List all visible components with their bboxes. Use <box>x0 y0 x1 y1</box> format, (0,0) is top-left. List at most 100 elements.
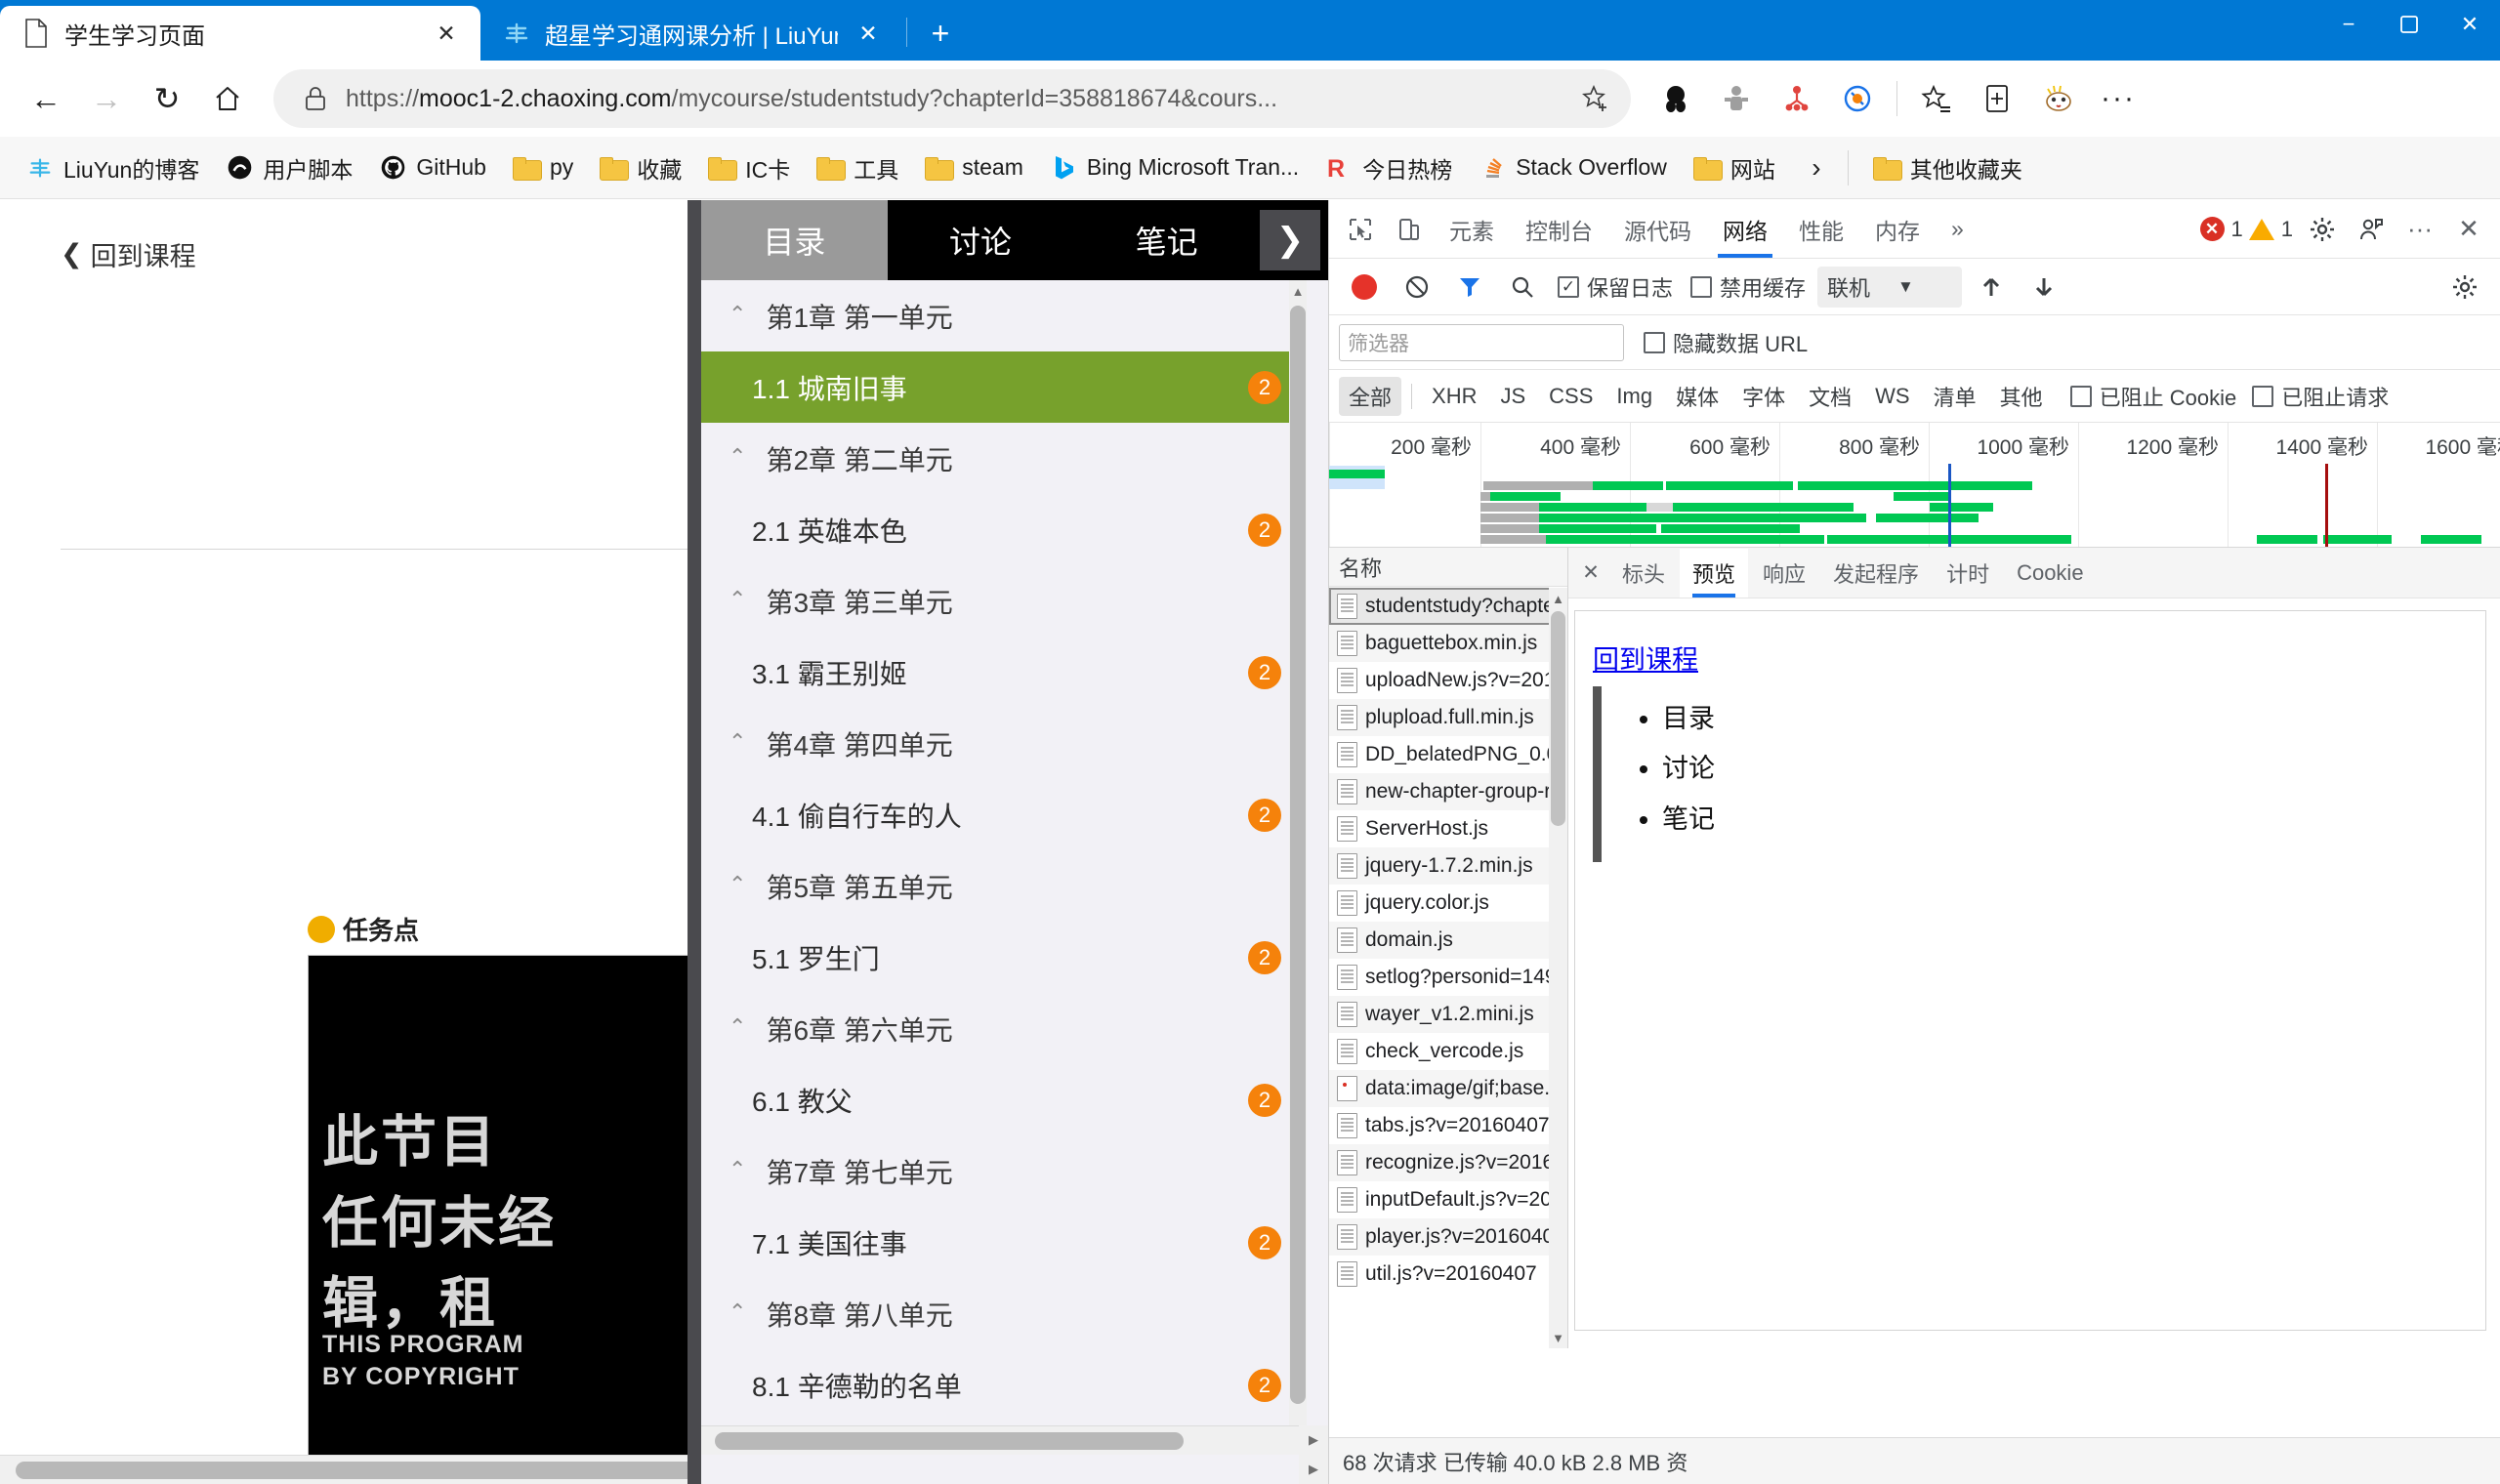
table-row[interactable]: new-chapter-group-right.js?v= <box>1329 773 1567 810</box>
warning-count[interactable]: 1 <box>2248 217 2293 242</box>
scroll-right-icon[interactable]: ▶ <box>1309 1432 1318 1448</box>
table-row[interactable]: player.js?v=20160407 <box>1329 1218 1567 1256</box>
tab-notes[interactable]: 笔记 <box>1073 200 1260 280</box>
tab-elements[interactable]: 元素 <box>1435 201 1509 258</box>
type-filter-manifest[interactable]: 清单 <box>1924 377 1986 416</box>
table-row[interactable]: data:image/gif;base... <box>1329 1070 1567 1107</box>
bookmark-folder[interactable]: steam <box>912 147 1035 188</box>
bookmark-folder[interactable]: 工具 <box>804 145 910 190</box>
scroll-corner[interactable]: ▶ ▶ <box>1299 1425 1328 1484</box>
settings-more-icon[interactable]: ··· <box>2091 71 2146 126</box>
type-filter-ws[interactable]: WS <box>1865 380 1919 413</box>
chapter-header[interactable]: ⌃ 第1章 第一单元 <box>701 280 1307 351</box>
tab-console[interactable]: 控制台 <box>1511 201 1607 258</box>
copilot-icon[interactable] <box>2030 71 2085 126</box>
tab-cookies[interactable]: Cookie <box>2004 549 2096 598</box>
scrollbar-thumb[interactable] <box>1290 306 1306 1404</box>
table-row[interactable]: studentstudy?chapterId=3588... <box>1329 588 1567 625</box>
import-har-icon[interactable] <box>1968 264 2015 310</box>
filter-input[interactable]: 筛选器 <box>1339 323 1624 361</box>
chapter-list-scrollbar[interactable]: ▲ ▼ <box>1289 280 1307 1440</box>
close-icon[interactable]: ✕ <box>2445 206 2492 253</box>
table-row[interactable]: uploadNew.js?v=2019-1213-1... <box>1329 662 1567 699</box>
browser-tab-active[interactable]: 学生学习页面 ✕ <box>0 6 480 61</box>
blocked-cookies-checkbox[interactable]: 已阻止 Cookie <box>2064 381 2243 412</box>
video-player[interactable]: 此节目 任何未经 辑，租 THIS PROGRAM BY COPYRIGHT <box>308 955 703 1484</box>
type-filter-css[interactable]: CSS <box>1539 380 1603 413</box>
tab-initiator[interactable]: 发起程序 <box>1820 549 1932 598</box>
type-filter-xhr[interactable]: XHR <box>1422 380 1486 413</box>
type-filter-font[interactable]: 字体 <box>1732 377 1795 416</box>
chapter-list[interactable]: ⌃ 第1章 第一单元 1.1 城南旧事 2 ⌃ 第2章 第二单元 2.1 英雄本色 2 … <box>701 280 1307 1440</box>
throttle-select[interactable]: 联机 ▼ <box>1817 266 1963 308</box>
bookmark-folder[interactable]: IC卡 <box>695 145 802 190</box>
type-filter-media[interactable]: 媒体 <box>1666 377 1729 416</box>
more-tabs-icon[interactable]: » <box>1937 201 1979 258</box>
table-row[interactable]: wayer_v1.2.mini.js <box>1329 996 1567 1033</box>
search-icon[interactable] <box>1499 264 1546 310</box>
chapter-header[interactable]: ⌃ 第8章 第八单元 <box>701 1278 1307 1349</box>
tab-sources[interactable]: 源代码 <box>1609 201 1706 258</box>
close-button[interactable]: ✕ <box>2439 0 2500 49</box>
browser-tab-inactive[interactable]: 超星学习通网课分析 | LiuYun的博 ✕ <box>480 6 902 61</box>
blocked-requests-checkbox[interactable]: 已阻止请求 <box>2246 381 2395 412</box>
type-filter-all[interactable]: 全部 <box>1339 376 1402 416</box>
chevron-right-icon[interactable]: ❯ <box>1260 210 1321 270</box>
chapter-section[interactable]: 7.1 美国往事 2 <box>701 1207 1307 1278</box>
reload-button[interactable]: ↻ <box>139 70 195 127</box>
tab-memory[interactable]: 内存 <box>1860 201 1935 258</box>
bookmark-item[interactable]: 用户脚本 <box>213 145 364 190</box>
chapter-section[interactable]: 6.1 教父 2 <box>701 1064 1307 1135</box>
request-column-header[interactable]: 名称 <box>1329 548 1567 587</box>
gear-icon[interactable] <box>2299 206 2346 253</box>
table-row[interactable]: recognize.js?v=20160407 <box>1329 1144 1567 1181</box>
table-row[interactable]: setlog?personid=149176464& <box>1329 959 1567 996</box>
table-row[interactable]: util.js?v=20160407 <box>1329 1256 1567 1293</box>
filter-funnel-icon[interactable] <box>1446 264 1493 310</box>
new-tab-button[interactable]: + <box>917 10 964 57</box>
table-row[interactable]: baguettebox.min.js <box>1329 625 1567 662</box>
chapter-list-hscrollbar[interactable] <box>701 1425 1328 1455</box>
preserve-log-checkbox[interactable]: ✓ 保留日志 <box>1552 271 1679 303</box>
chapter-section[interactable]: 8.1 辛德勒的名单 2 <box>701 1349 1307 1421</box>
bookmark-item[interactable]: R 今日热榜 <box>1312 145 1464 190</box>
disable-cache-checkbox[interactable]: 禁用缓存 <box>1685 271 1812 303</box>
hide-data-urls-checkbox[interactable]: 隐藏数据 URL <box>1638 327 1813 358</box>
network-overview-timeline[interactable]: 200 毫秒 400 毫秒 600 毫秒 800 毫秒 1000 毫秒 1200… <box>1329 423 2500 548</box>
tampermonkey-icon[interactable] <box>1709 71 1764 126</box>
table-row[interactable]: jquery.color.js <box>1329 885 1567 922</box>
bookmark-item[interactable]: Bing Microsoft Tran... <box>1037 147 1311 188</box>
tab-discussion[interactable]: 讨论 <box>888 200 1074 280</box>
table-row[interactable]: inputDefault.js?v=20160407 <box>1329 1181 1567 1218</box>
collections-star-icon[interactable] <box>1909 71 1964 126</box>
scroll-right-icon-2[interactable]: ▶ <box>1309 1462 1318 1477</box>
tab-timing[interactable]: 计时 <box>1934 549 2002 598</box>
bookmark-item[interactable]: LiuYun的博客 <box>14 145 211 190</box>
chapter-section[interactable]: 3.1 霸王别姬 2 <box>701 637 1307 708</box>
other-bookmarks-folder[interactable]: 其他收藏夹 <box>1860 145 2034 190</box>
error-count[interactable]: ✕ 1 <box>2199 217 2243 242</box>
record-icon[interactable] <box>1341 264 1388 310</box>
table-row[interactable]: DD_belatedPNG_0.0.8a-min.js <box>1329 736 1567 773</box>
more-vertical-icon[interactable]: ··· <box>2396 206 2443 253</box>
scroll-down-icon[interactable]: ▼ <box>1549 1327 1567 1348</box>
table-row[interactable]: tabs.js?v=20160407 <box>1329 1107 1567 1144</box>
table-row[interactable]: ServerHost.js <box>1329 810 1567 847</box>
scrollbar-thumb[interactable] <box>16 1462 699 1479</box>
chapter-section[interactable]: 5.1 罗生门 2 <box>701 922 1307 993</box>
scriptcat-icon[interactable] <box>1770 71 1824 126</box>
tab-preview[interactable]: 预览 <box>1680 548 1749 598</box>
close-icon[interactable]: ✕ <box>852 17 885 50</box>
chapter-header[interactable]: ⌃ 第3章 第三单元 <box>701 565 1307 637</box>
bookmark-folder[interactable]: 收藏 <box>587 145 693 190</box>
chapter-header[interactable]: ⌃ 第6章 第六单元 <box>701 993 1307 1064</box>
table-row[interactable]: jquery-1.7.2.min.js <box>1329 847 1567 885</box>
chapter-header[interactable]: ⌃ 第4章 第四单元 <box>701 708 1307 779</box>
chapter-header[interactable]: ⌃ 第7章 第七单元 <box>701 1135 1307 1207</box>
home-button[interactable] <box>199 70 256 127</box>
tab-performance[interactable]: 性能 <box>1784 201 1858 258</box>
type-filter-other[interactable]: 其他 <box>1990 377 2053 416</box>
adblock-icon[interactable] <box>1830 71 1885 126</box>
scroll-up-icon[interactable]: ▲ <box>1549 588 1567 609</box>
device-toolbar-icon[interactable] <box>1386 206 1433 253</box>
